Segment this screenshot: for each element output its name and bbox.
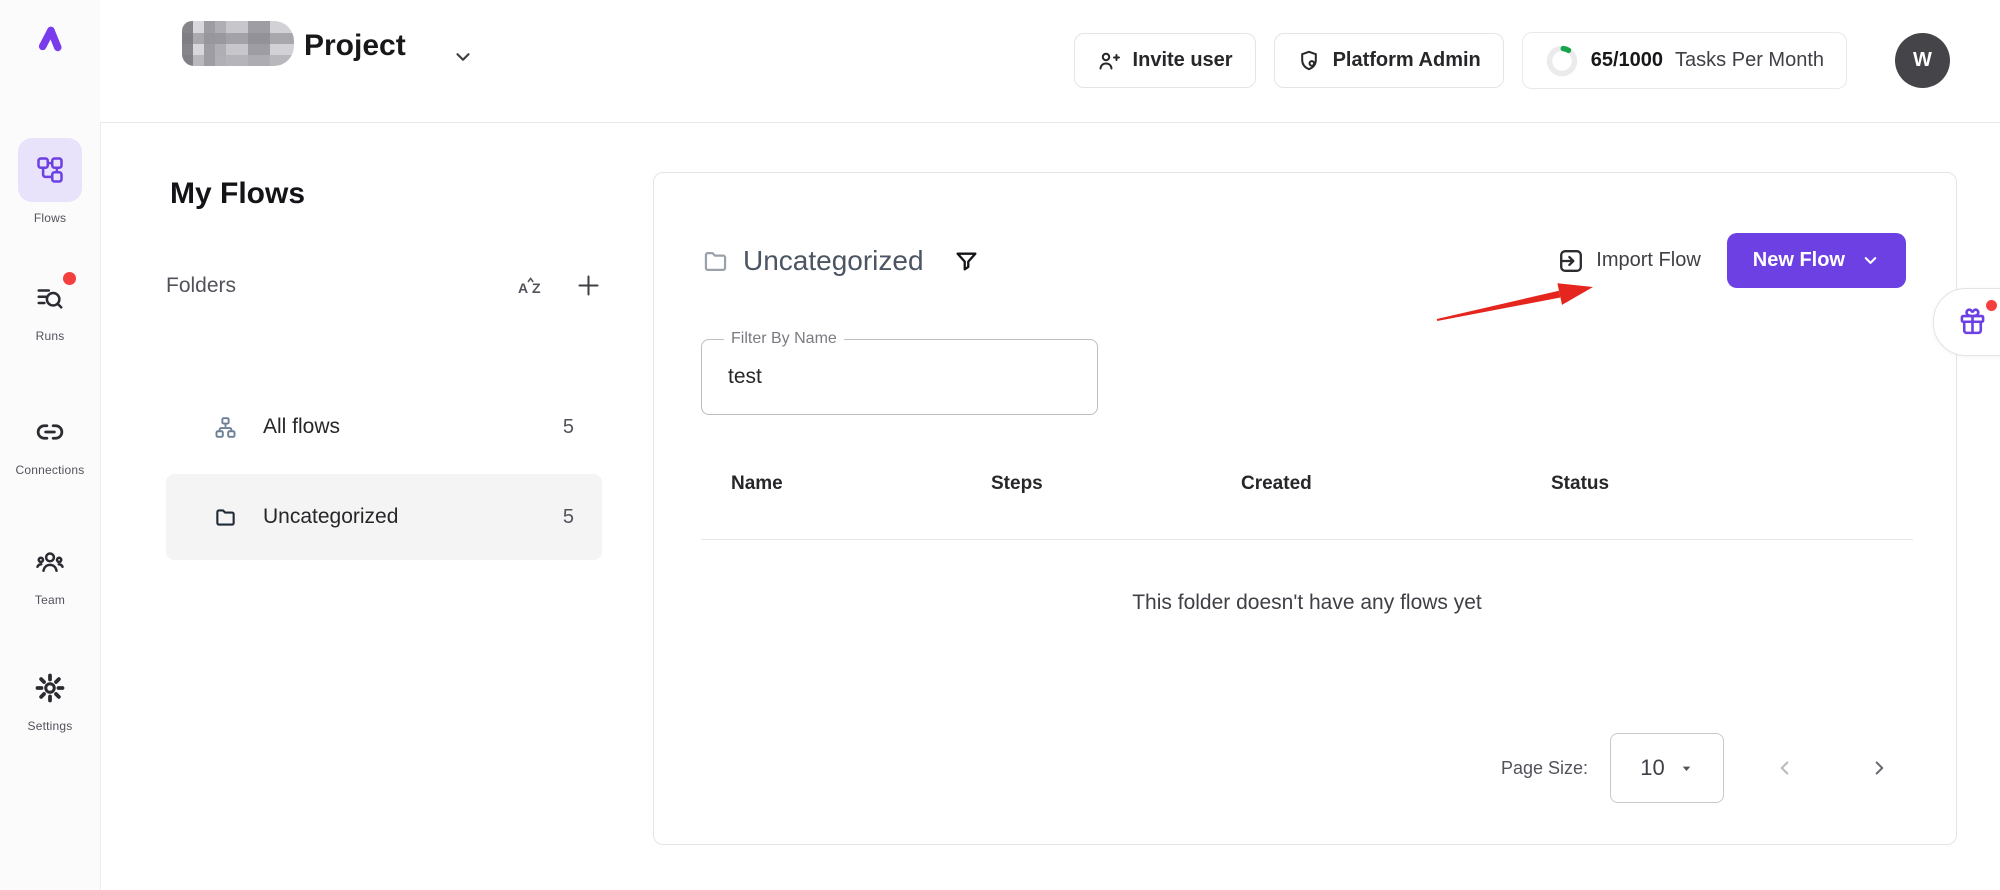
runs-notification-badge xyxy=(63,272,76,285)
tree-icon xyxy=(214,416,237,439)
sidebar-label: Connections xyxy=(16,463,85,477)
invite-user-label: Invite user xyxy=(1133,49,1233,72)
folder-row-all-flows[interactable]: All flows 5 xyxy=(166,384,602,470)
folder-icon xyxy=(214,506,237,529)
folder-count: 5 xyxy=(563,416,574,439)
column-header-name: Name xyxy=(731,473,783,495)
flows-panel: Uncategorized Import Flow New Flow xyxy=(653,172,1957,845)
filter-funnel-icon[interactable] xyxy=(954,249,979,274)
usage-progress-donut xyxy=(1545,44,1579,78)
flows-table-header: Name Steps Created Status xyxy=(654,473,1956,513)
folder-icon xyxy=(702,248,729,275)
filter-by-name-input[interactable] xyxy=(726,354,1070,400)
column-header-steps: Steps xyxy=(991,473,1043,495)
folders-heading: Folders xyxy=(166,274,236,298)
svg-text:Z: Z xyxy=(532,280,541,296)
header-actions: Invite user Platform Admin 65/1000 Tasks… xyxy=(1074,32,1950,89)
sidebar-item-settings[interactable]: Settings xyxy=(0,666,100,733)
import-flow-button[interactable]: Import Flow xyxy=(1557,247,1700,275)
folder-name: Uncategorized xyxy=(263,505,398,529)
task-usage-label: Tasks Per Month xyxy=(1675,49,1824,72)
previous-page-button[interactable] xyxy=(1774,757,1796,779)
next-page-button[interactable] xyxy=(1868,757,1890,779)
chevron-down-icon xyxy=(1861,251,1880,270)
svg-text:A: A xyxy=(518,280,528,296)
project-switcher-label[interactable]: Project xyxy=(304,29,406,63)
team-icon xyxy=(18,540,82,584)
runs-icon xyxy=(18,276,82,320)
sidebar-item-runs[interactable]: Runs xyxy=(0,276,100,343)
folder-list: All flows 5 Uncategorized 5 xyxy=(166,384,602,560)
new-flow-label: New Flow xyxy=(1753,249,1845,272)
invite-user-button[interactable]: Invite user xyxy=(1074,33,1256,88)
platform-admin-label: Platform Admin xyxy=(1333,49,1481,72)
sidebar-label: Settings xyxy=(28,719,73,733)
folder-count: 5 xyxy=(563,506,574,529)
shield-icon xyxy=(1297,49,1321,73)
new-flow-button[interactable]: New Flow xyxy=(1727,233,1906,288)
sidebar-label: Runs xyxy=(36,329,65,343)
page-title: My Flows xyxy=(170,177,305,211)
table-header-divider xyxy=(701,539,1913,540)
platform-admin-button[interactable]: Platform Admin xyxy=(1274,33,1504,88)
sort-alpha-icon[interactable]: A Z xyxy=(517,275,545,297)
chevron-down-icon[interactable] xyxy=(452,46,474,68)
empty-state-message: This folder doesn't have any flows yet xyxy=(701,591,1913,615)
column-header-created: Created xyxy=(1241,473,1312,495)
import-icon xyxy=(1557,247,1585,275)
caret-down-icon xyxy=(1679,761,1694,776)
page-size-select[interactable]: 10 xyxy=(1610,733,1724,803)
user-avatar[interactable]: W xyxy=(1895,33,1950,88)
redacted-project-name xyxy=(182,21,294,66)
folders-header: Folders A Z xyxy=(166,272,602,299)
page-size-value: 10 xyxy=(1640,755,1664,781)
task-usage-pill[interactable]: 65/1000 Tasks Per Month xyxy=(1522,32,1847,89)
sidebar-label: Team xyxy=(35,593,65,607)
gear-icon xyxy=(18,666,82,710)
pagination: Page Size: 10 xyxy=(1501,733,1890,803)
page-size-label: Page Size: xyxy=(1501,758,1588,779)
filter-field-label: Filter By Name xyxy=(724,330,844,348)
sidebar-item-flows[interactable]: Flows xyxy=(0,138,100,225)
link-icon xyxy=(18,410,82,454)
column-header-status: Status xyxy=(1551,473,1609,495)
filter-by-name-field: Filter By Name xyxy=(701,339,1098,415)
panel-folder-title: Uncategorized xyxy=(743,245,924,277)
flows-icon xyxy=(18,138,82,202)
gift-notification-badge xyxy=(1986,300,1997,311)
top-header: Project Invite user Platform Admin xyxy=(100,0,2000,123)
app-logo-icon[interactable] xyxy=(0,20,100,56)
folder-name: All flows xyxy=(263,415,340,439)
whats-new-gift-button[interactable] xyxy=(1933,288,2000,356)
add-folder-button[interactable] xyxy=(575,272,602,299)
sidebar-item-team[interactable]: Team xyxy=(0,540,100,607)
task-usage-count: 65/1000 xyxy=(1591,49,1663,72)
sidebar: Flows Runs Connections xyxy=(0,0,101,890)
sidebar-label: Flows xyxy=(34,211,66,225)
sidebar-item-connections[interactable]: Connections xyxy=(0,410,100,477)
gift-icon xyxy=(1957,306,1988,337)
import-flow-label: Import Flow xyxy=(1596,249,1700,272)
folder-row-uncategorized[interactable]: Uncategorized 5 xyxy=(166,474,602,560)
user-plus-icon xyxy=(1097,49,1121,73)
